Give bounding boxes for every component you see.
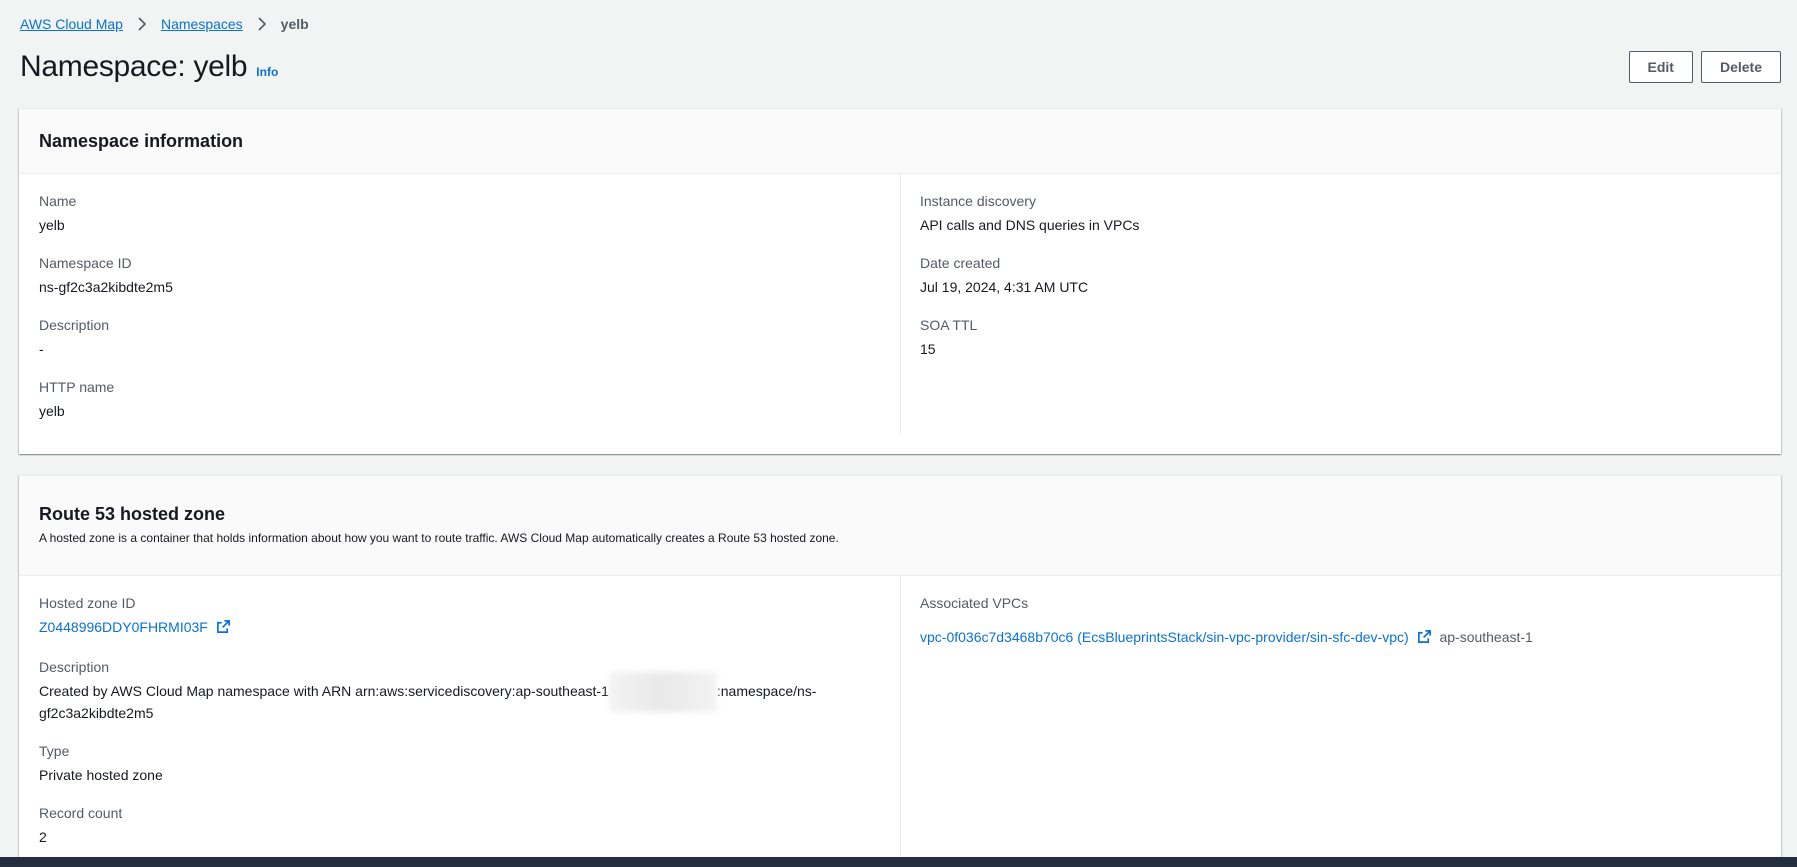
description-value: -	[39, 341, 44, 357]
hosted-zone-description: A hosted zone is a container that holds …	[39, 531, 839, 545]
associated-vpcs-label: Associated VPCs	[920, 595, 1029, 611]
date-created-label: Date created	[920, 255, 1001, 271]
vpc-link[interactable]: vpc-0f036c7d3468b70c6 (EcsBlueprintsStac…	[920, 629, 1409, 645]
namespace-information-title: Namespace information	[39, 130, 244, 151]
associated-vpcs-field: Associated VPCs vpc-0f036c7d3468b70c6 (E…	[920, 594, 1761, 650]
instance-discovery-label: Instance discovery	[920, 193, 1036, 209]
type-label: Type	[39, 743, 70, 760]
namespace-info-left-column: Name yelb Namespace ID ns-gf2c3a2kibdte2…	[39, 174, 901, 434]
http-name-field: HTTP name yelb	[39, 378, 880, 422]
soa-ttl-field: SOA TTL 15	[920, 316, 1761, 360]
namespace-info-right-column: Instance discovery API calls and DNS que…	[901, 174, 1761, 434]
breadcrumb-namespaces[interactable]: Namespaces	[161, 16, 243, 32]
breadcrumb-current: yelb	[280, 16, 309, 32]
namespace-id-label: Namespace ID	[39, 255, 132, 271]
footer-bar	[0, 857, 1797, 867]
instance-discovery-field: Instance discovery API calls and DNS que…	[920, 192, 1761, 236]
chevron-right-icon	[135, 17, 149, 31]
info-link[interactable]: Info	[256, 65, 278, 79]
page-title: Namespace: yelb	[20, 50, 248, 83]
name-label: Name	[39, 193, 77, 209]
namespace-id-value: ns-gf2c3a2kibdte2m5	[39, 279, 173, 295]
external-link-icon[interactable]	[1417, 628, 1432, 650]
description-field: Description -	[39, 316, 880, 360]
route53-hosted-zone-panel: Route 53 hosted zone A hosted zone is a …	[19, 475, 1781, 858]
page-header: Namespace: yelb Info Edit Delete	[20, 50, 1781, 84]
soa-ttl-label: SOA TTL	[920, 317, 978, 333]
description-label: Description	[39, 317, 110, 333]
hosted-zone-id-label: Hosted zone ID	[39, 595, 136, 611]
http-name-value: yelb	[39, 403, 65, 419]
record-count-label: Record count	[39, 805, 123, 822]
name-field: Name yelb	[39, 192, 880, 236]
breadcrumb-aws-cloud-map[interactable]: AWS Cloud Map	[20, 16, 123, 32]
soa-ttl-value: 15	[920, 341, 936, 357]
date-created-field: Date created Jul 19, 2024, 4:31 AM UTC	[920, 254, 1761, 298]
redacted-account-id	[608, 672, 717, 713]
chevron-right-icon	[255, 17, 269, 31]
namespace-information-panel: Namespace information Name yelb Namespac…	[19, 108, 1781, 454]
namespace-id-field: Namespace ID ns-gf2c3a2kibdte2m5	[39, 254, 880, 298]
hz-description-label: Description	[39, 659, 110, 675]
hosted-zone-left-column: Hosted zone ID Z0448996DDY0FHRMI03F Desc…	[39, 576, 901, 858]
type-field: Type Private hosted zone	[39, 742, 880, 786]
hz-description-prefix: Created by AWS Cloud Map namespace with …	[39, 683, 609, 699]
record-count-value: 2	[39, 829, 47, 846]
instance-discovery-value: API calls and DNS queries in VPCs	[920, 217, 1140, 233]
external-link-icon[interactable]	[216, 618, 231, 640]
hosted-zone-title: Route 53 hosted zone	[39, 504, 226, 524]
hosted-zone-id-field: Hosted zone ID Z0448996DDY0FHRMI03F	[39, 594, 880, 640]
hosted-zone-id-link[interactable]: Z0448996DDY0FHRMI03F	[39, 619, 208, 635]
hz-description-field: Description Created by AWS Cloud Map nam…	[39, 658, 880, 724]
edit-button[interactable]: Edit	[1628, 51, 1693, 83]
name-value: yelb	[39, 217, 65, 233]
http-name-label: HTTP name	[39, 379, 115, 395]
date-created-value: Jul 19, 2024, 4:31 AM UTC	[920, 279, 1089, 295]
delete-button[interactable]: Delete	[1700, 51, 1781, 83]
vpc-region: ap-southeast-1	[1439, 629, 1533, 645]
breadcrumb: AWS Cloud Map Namespaces yelb	[20, 16, 309, 32]
hz-description-value: Created by AWS Cloud Map namespace with …	[39, 672, 819, 724]
hosted-zone-right-column: Associated VPCs vpc-0f036c7d3468b70c6 (E…	[901, 576, 1761, 858]
type-value: Private hosted zone	[39, 767, 163, 784]
record-count-field: Record count 2	[39, 804, 880, 848]
